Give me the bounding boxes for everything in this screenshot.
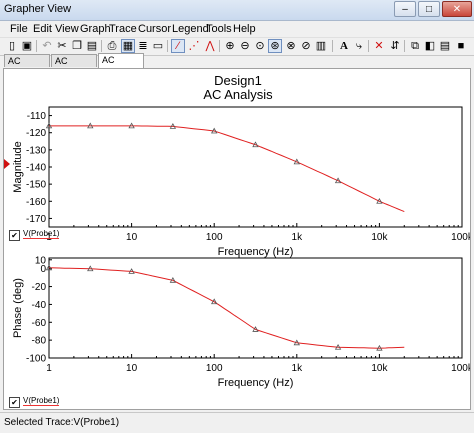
y-tick-label: -110 [27, 111, 47, 122]
graph-subtitle: AC Analysis [203, 87, 273, 102]
legend-label: V(Probe1) [23, 229, 60, 239]
menu-legend[interactable]: Legend [172, 23, 209, 35]
save-icon[interactable]: ▣ [20, 39, 34, 53]
selected-trace-marker [4, 159, 10, 169]
y-tick-label: -150 [26, 180, 46, 191]
y-tick-label: -130 [26, 145, 46, 156]
y-tick-label: -100 [26, 354, 46, 365]
menu-view[interactable]: View [55, 23, 79, 35]
x-tick-label: 1 [46, 363, 52, 374]
undo-icon[interactable]: ↶ [40, 39, 54, 53]
menu-help[interactable]: Help [233, 23, 256, 35]
show-legend-icon[interactable]: ≣ [136, 39, 150, 53]
dot-style-icon[interactable]: ⋰ [187, 39, 201, 53]
x-tick-label: 100k [451, 232, 470, 243]
x-tick-label: 100 [206, 363, 223, 374]
x-tick-label: 1k [292, 232, 304, 243]
window-title: Grapher View [4, 3, 72, 15]
magnitude-frame [48, 106, 463, 228]
text-icon[interactable]: A [337, 39, 351, 53]
zoom-fit-icon[interactable]: ⊙ [253, 39, 267, 53]
maximize-button[interactable]: □ [418, 1, 440, 17]
reverse-colors-icon[interactable]: ◧ [423, 39, 437, 53]
overlay-icon[interactable]: ⧉ [408, 39, 422, 53]
zoom-out-icon[interactable]: ⊖ [238, 39, 252, 53]
grid-icon[interactable]: ▦ [121, 39, 135, 53]
legend-checkbox[interactable]: ✔ [9, 397, 20, 408]
export-icon[interactable]: ▥ [314, 39, 328, 53]
export-excel-icon[interactable]: ▤ [438, 39, 452, 53]
cut-icon[interactable]: ✂ [55, 39, 69, 53]
y-tick-label: -80 [32, 336, 47, 347]
tab-strip: AC Analysis AC Analysis AC Analysis [0, 53, 474, 79]
magnitude-ylabel: Magnitude [12, 141, 24, 192]
new-icon[interactable]: ▯ [5, 39, 19, 53]
y-tick-label: -40 [32, 300, 47, 311]
menu-file[interactable]: File [10, 23, 28, 35]
minimize-button[interactable]: – [394, 1, 416, 17]
line-style-icon[interactable]: ⁄ [171, 39, 185, 53]
y-tick-label: -160 [26, 197, 46, 208]
window-titlebar: Grapher View – □ ✕ [0, 0, 474, 21]
x-tick-label: 10k [371, 363, 388, 374]
cursor-icon[interactable]: ⤷ [352, 39, 366, 53]
zoom-in-icon[interactable]: ⊕ [223, 39, 237, 53]
magnitude-legend[interactable]: ✔ V(Probe1) [9, 229, 60, 241]
tab-ac-analysis-1[interactable]: AC Analysis [4, 54, 50, 79]
graph-canvas[interactable]: Design1 AC Analysis -110 -120 -130 -140 -150… [3, 68, 474, 410]
properties-icon[interactable]: ⊘ [299, 39, 313, 53]
phase-legend[interactable]: ✔ V(Probe1) [9, 396, 60, 408]
menu-edit[interactable]: Edit [33, 23, 52, 35]
legend-label: V(Probe1) [23, 396, 60, 406]
pointer-icon[interactable]: ▭ [151, 39, 165, 53]
y-tick-label: -170 [26, 214, 46, 225]
tab-ac-analysis-3[interactable]: AC Analysis [98, 53, 144, 78]
phase-plot[interactable]: 100-20-40-60-80-100 1101001k10k100k Phas… [12, 255, 474, 389]
menu-tools[interactable]: Tools [206, 23, 232, 35]
graph-svg[interactable]: Design1 AC Analysis -110 -120 -130 -140 -150… [4, 69, 474, 409]
graph-title: Design1 [214, 73, 262, 88]
tab-ac-analysis-2[interactable]: AC Analysis [51, 54, 97, 79]
x-tick-label: 10 [126, 363, 138, 374]
status-bar: Selected Trace:V(Probe1) [0, 412, 474, 433]
print-icon[interactable]: ⎙ [105, 39, 119, 53]
y-tick-label: -120 [26, 128, 46, 139]
magnitude-xlabel: Frequency (Hz) [218, 246, 294, 258]
phase-frame [48, 257, 463, 359]
y-tick-label: 0 [40, 264, 46, 275]
x-tick-label: 100k [451, 363, 470, 374]
phase-ylabel: Phase (deg) [12, 278, 24, 338]
zoom-area-icon[interactable]: ⊛ [268, 39, 282, 53]
close-button[interactable]: ✕ [442, 1, 472, 17]
x-tick-label: 1k [292, 363, 304, 374]
print-preview-icon[interactable]: ■ [454, 39, 468, 53]
phase-xlabel: Frequency (Hz) [218, 377, 294, 389]
y-tick-label: -20 [32, 282, 47, 293]
menu-cursor[interactable]: Cursor [138, 23, 171, 35]
legend-checkbox[interactable]: ✔ [9, 230, 20, 241]
copy-icon[interactable]: ❐ [70, 39, 84, 53]
menu-graph[interactable]: Graph [80, 23, 111, 35]
x-tick-label: 10k [371, 232, 388, 243]
pan-icon[interactable]: ⊗ [284, 39, 298, 53]
y-tick-label: -60 [32, 318, 47, 329]
y-tick-label: -140 [26, 163, 46, 174]
menu-trace[interactable]: Trace [109, 23, 137, 35]
status-text: Selected Trace:V(Probe1) [4, 417, 120, 428]
mixed-style-icon[interactable]: ⋀ [203, 39, 217, 53]
trace-icon[interactable]: ✕ [372, 39, 386, 53]
menu-bar: File Edit View Graph Trace Cursor Legend… [0, 21, 474, 37]
x-tick-label: 10 [126, 232, 138, 243]
x-tick-label: 100 [206, 232, 223, 243]
cursor-mode-icon[interactable]: ⇵ [388, 39, 402, 53]
magnitude-plot[interactable]: -110-120-130-140-150-160-170 1 10 100 1k 10k… [12, 106, 474, 258]
paste-icon[interactable]: ▤ [85, 39, 99, 53]
